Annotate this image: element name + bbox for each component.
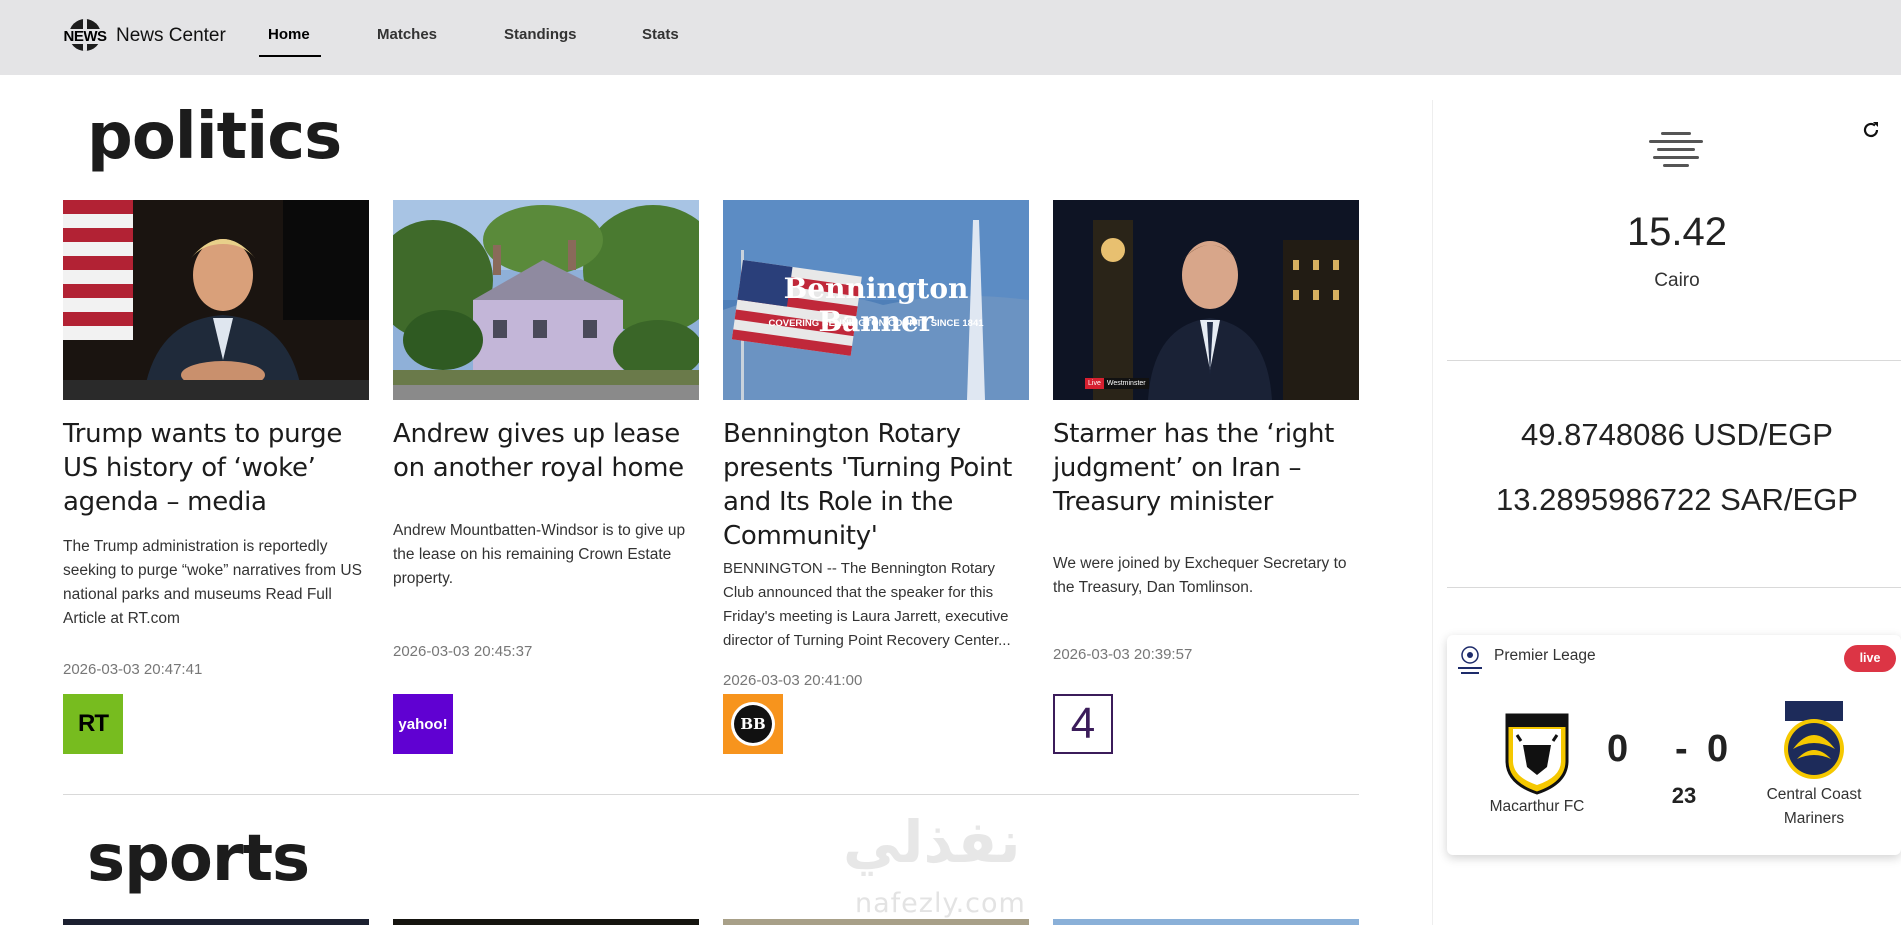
away-team-name: Central Coast Mariners [1766,786,1862,827]
section-title-politics: politics [87,100,342,174]
score-separator: - [1675,728,1688,770]
home-score: 0 [1607,728,1629,770]
league-logo-icon [1458,646,1482,674]
article-description: We were joined by Exchequer Secretary to… [1053,555,1347,596]
temperature: 15.42 [1626,210,1728,254]
article-image[interactable] [1053,919,1359,925]
nav-matches[interactable]: Matches [377,26,437,43]
brand[interactable]: NEWS News Center [60,18,226,54]
home-team-logo [1505,713,1569,795]
home-team-name: Macarthur FC [1489,798,1585,815]
city-name: Cairo [1654,270,1700,291]
sidebar-divider [1432,100,1433,925]
live-match-card[interactable]: Premier Leage live Macarthur FC Central … [1447,635,1901,855]
news-globe-logo: NEWS [60,18,110,54]
section-divider [63,794,1359,795]
exchange-rate-sar: 13.2895986722 SAR/EGP [1496,482,1858,517]
refresh-icon[interactable] [1862,121,1880,139]
watermark-latin: nafezly.com [855,888,1026,919]
article-image[interactable] [393,200,699,400]
away-team-logo [1784,701,1844,779]
watermark-arabic: نفذلي [843,808,1021,876]
nav-stats[interactable]: Stats [642,26,679,43]
league-name: Premier Leage [1494,647,1596,664]
article-image[interactable] [63,919,369,925]
article-title[interactable]: Trump wants to purge US history of ‘woke… [63,417,369,519]
source-logo-rt[interactable]: RT [63,694,123,754]
article-title[interactable]: Andrew gives up lease on another royal h… [393,417,699,485]
sidebar-divider [1447,360,1901,361]
article-image[interactable] [63,200,369,400]
article-date: 2026-03-03 20:47:41 [63,661,203,678]
section-title-sports: sports [87,822,310,896]
live-overlay: Live Westminster [1085,378,1149,389]
article-title[interactable]: Starmer has the ‘right judgment’ on Iran… [1053,417,1359,519]
article-date: 2026-03-03 20:39:57 [1053,646,1193,663]
article-image[interactable]: Bennington Banner COVERING BENNINGTON CO… [723,200,1029,400]
article-title[interactable]: Bennington Rotary presents 'Turning Poin… [723,417,1029,553]
article-image[interactable] [723,919,1029,925]
nav-home[interactable]: Home [268,26,310,43]
article-image[interactable] [393,919,699,925]
source-logo-channel4[interactable]: 4 [1053,694,1113,754]
nav-active-indicator [259,55,321,57]
sidebar-divider [1447,587,1901,588]
top-navbar: NEWS News Center Home Matches Standings … [0,0,1901,75]
brand-name: News Center [116,25,226,46]
source-logo-yahoo[interactable]: yahoo! [393,694,453,754]
nav-standings[interactable]: Standings [504,26,577,43]
article-image[interactable]: Live Westminster [1053,200,1359,400]
article-description: The Trump administration is reportedly s… [63,538,362,627]
source-logo-bb[interactable]: BB [723,694,783,754]
live-badge: live [1844,645,1896,672]
article-date: 2026-03-03 20:41:00 [723,672,863,689]
article-description: Andrew Mountbatten-Windsor is to give up… [393,522,686,587]
match-minute: 23 [1671,783,1697,808]
away-score: 0 [1707,728,1729,770]
article-date: 2026-03-03 20:45:37 [393,643,533,660]
newspaper-tagline: COVERING BENNINGTON COUNTY SINCE 1841 [768,318,984,329]
article-description: BENNINGTON -- The Bennington Rotary Club… [723,560,1011,649]
exchange-rate-usd: 49.8748086 USD/EGP [1521,417,1833,452]
fog-icon [1649,130,1703,167]
